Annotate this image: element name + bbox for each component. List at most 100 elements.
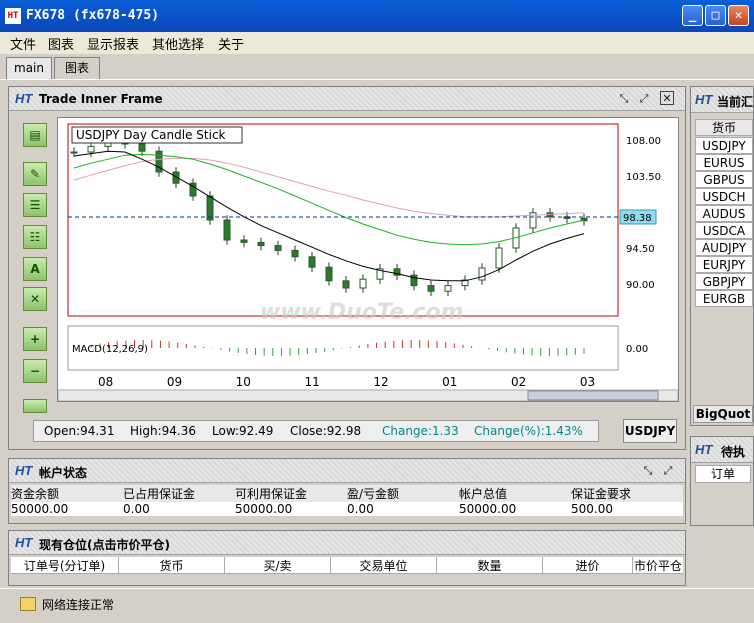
print-icon[interactable]: ▤ (23, 123, 47, 147)
trade-inner-frame: HT Trade Inner Frame ⤡ ⤢ ✕ ▤ ✎ ☰ ☷ A ✕ +… (8, 86, 686, 450)
maximize-icon[interactable]: ⤢ (661, 464, 675, 478)
quote-eurus[interactable]: EURUS (695, 154, 753, 171)
x-tick-label: 12 (373, 375, 388, 389)
account-panel: HT 帐户状态 ⤡ ⤢ 资金余额 已占用保证金 可利用保证金 盈/亏金额 帐户总… (8, 458, 686, 524)
balance-value: 50000.00 (11, 502, 69, 516)
col-units[interactable]: 交易单位 (331, 557, 437, 573)
menu-file[interactable]: 文件 (10, 34, 36, 53)
col-used-margin: 已占用保证金 (123, 487, 196, 501)
scrollbar-thumb (527, 390, 659, 401)
col-pnl: 盈/亏金额 (347, 487, 400, 501)
equity-value: 50000.00 (459, 502, 517, 516)
quote-usdca[interactable]: USDCA (695, 222, 753, 239)
pending-title: 待执 (721, 445, 746, 459)
positions-panel: HT 现有仓位(点击市价平仓) 订单号(分订单) 货币 买/卖 交易单位 数量 … (8, 530, 686, 586)
quotes-panel: HT 当前汇 货币 USDJPY EURUS GBPUS USDCH AUDUS USDCA… (690, 86, 754, 426)
change-value: Change:1.33 (382, 424, 459, 438)
account-table: 资金余额 已占用保证金 可利用保证金 盈/亏金额 帐户总值 保证金要求 5000… (11, 485, 683, 516)
bigquote-tab[interactable]: BigQuot (693, 405, 753, 423)
y-tick-label: 90.00 (626, 280, 655, 291)
candle-body (257, 241, 265, 247)
chart-title: USDJPY Day Candle Stick (76, 128, 226, 142)
current-price-label: 98.38 (623, 213, 652, 224)
quote-eurjpy[interactable]: EURJPY (695, 256, 753, 273)
candle-body (359, 278, 367, 289)
col-currency[interactable]: 货币 (119, 557, 225, 573)
tab-chart[interactable]: 图表 (54, 57, 100, 79)
ht-logo: HT (15, 463, 33, 478)
network-icon (20, 597, 36, 611)
zoom-out-icon[interactable]: − (23, 359, 47, 383)
positions-header-row: 订单号(分订单) 货币 买/卖 交易单位 数量 进价 市价平仓 (11, 557, 683, 574)
col-order[interactable]: 订单 (695, 465, 751, 483)
export-icon[interactable] (23, 399, 47, 413)
macd-panel-border (67, 325, 619, 371)
close-button[interactable]: ✕ (728, 5, 749, 26)
change-pct-value: Change(%):1.43% (474, 424, 583, 438)
open-value: Open:94.31 (44, 424, 115, 438)
candle-body (87, 145, 95, 153)
high-value: High:94.36 (130, 424, 196, 438)
close-icon[interactable]: ✕ (660, 91, 674, 105)
ht-logo: HT (695, 92, 713, 107)
tab-main[interactable]: main (6, 57, 52, 79)
menu-reports[interactable]: 显示报表 (87, 34, 139, 53)
col-quantity[interactable]: 数量 (437, 557, 543, 573)
price-chart[interactable]: 98.38 108.00 103.50 94.50 90.00 USDJPY Day Ca… (57, 118, 679, 402)
col-side[interactable]: 买/卖 (225, 557, 331, 573)
quote-usdjpy[interactable]: USDJPY (695, 137, 753, 154)
maximize-button[interactable]: □ (705, 5, 726, 26)
account-values-row: 50000.00 0.00 50000.00 0.00 50000.00 500… (11, 502, 683, 516)
col-margin-req: 保证金要求 (571, 487, 632, 501)
restore-icon[interactable]: ⤡ (641, 464, 655, 478)
macd-label: MACD(12,26,9) (72, 344, 148, 355)
quote-audjpy[interactable]: AUDJPY (695, 239, 753, 256)
y-tick-label: 108.00 (626, 136, 661, 147)
menu-other[interactable]: 其他选择 (152, 34, 204, 53)
pencil-icon[interactable]: ✎ (23, 162, 47, 186)
close-value: Close:92.98 (290, 424, 362, 438)
network-status: 网络连接正常 (42, 598, 115, 612)
ht-logo: HT (15, 91, 33, 106)
frame-title: Trade Inner Frame (39, 92, 163, 106)
candle-body (223, 219, 231, 241)
quote-usdch[interactable]: USDCH (695, 188, 753, 205)
candle-body (478, 267, 486, 281)
quotes-col-header[interactable]: 货币 (695, 119, 753, 136)
title-bar: HT FX678 (fx678-475) _ □ ✕ (0, 0, 754, 32)
minimize-button[interactable]: _ (682, 5, 703, 26)
candle-body (495, 247, 503, 269)
col-close-market[interactable]: 市价平仓 (633, 557, 683, 573)
candle-body (325, 266, 333, 282)
menu-about[interactable]: 关于 (218, 34, 244, 53)
maximize-icon[interactable]: ⤢ (637, 92, 651, 106)
x-tick-label: 10 (236, 375, 251, 389)
quote-gbpjpy[interactable]: GBPJPY (695, 273, 753, 290)
quotes-header: HT 当前汇 (691, 87, 753, 113)
text-icon[interactable]: A (23, 257, 47, 281)
zoom-in-icon[interactable]: + (23, 327, 47, 351)
ht-logo: HT (15, 535, 33, 550)
col-order-id[interactable]: 订单号(分订单) (11, 557, 119, 573)
quote-audus[interactable]: AUDUS (695, 205, 753, 222)
candle-body (138, 143, 146, 152)
restore-icon[interactable]: ⤡ (617, 92, 631, 106)
quote-status-bar: Open:94.31 High:94.36 Low:92.49 Close:92… (33, 420, 599, 442)
quote-eurgb[interactable]: EURGB (695, 290, 753, 307)
quotes-title: 当前汇 (717, 95, 754, 109)
free-margin-value: 50000.00 (235, 502, 293, 516)
quote-gbpus[interactable]: GBPUS (695, 171, 753, 188)
list-icon[interactable]: ☰ (23, 193, 47, 217)
pnl-value: 0.00 (347, 502, 374, 516)
account-title: 帐户状态 (39, 466, 88, 480)
chart-area[interactable]: 98.38 108.00 103.50 94.50 90.00 USDJPY Day Ca… (57, 117, 679, 402)
candle-body (427, 285, 435, 292)
watermark: www.DuoTe.com (260, 300, 464, 325)
menu-chart[interactable]: 图表 (48, 34, 74, 53)
col-entry[interactable]: 进价 (543, 557, 633, 573)
symbol-button[interactable]: USDJPY (623, 419, 677, 443)
delete-icon[interactable]: ✕ (23, 287, 47, 311)
y-tick-label: 94.50 (626, 244, 655, 255)
macd-value: 0.00 (626, 344, 648, 355)
list-alt-icon[interactable]: ☷ (23, 225, 47, 249)
